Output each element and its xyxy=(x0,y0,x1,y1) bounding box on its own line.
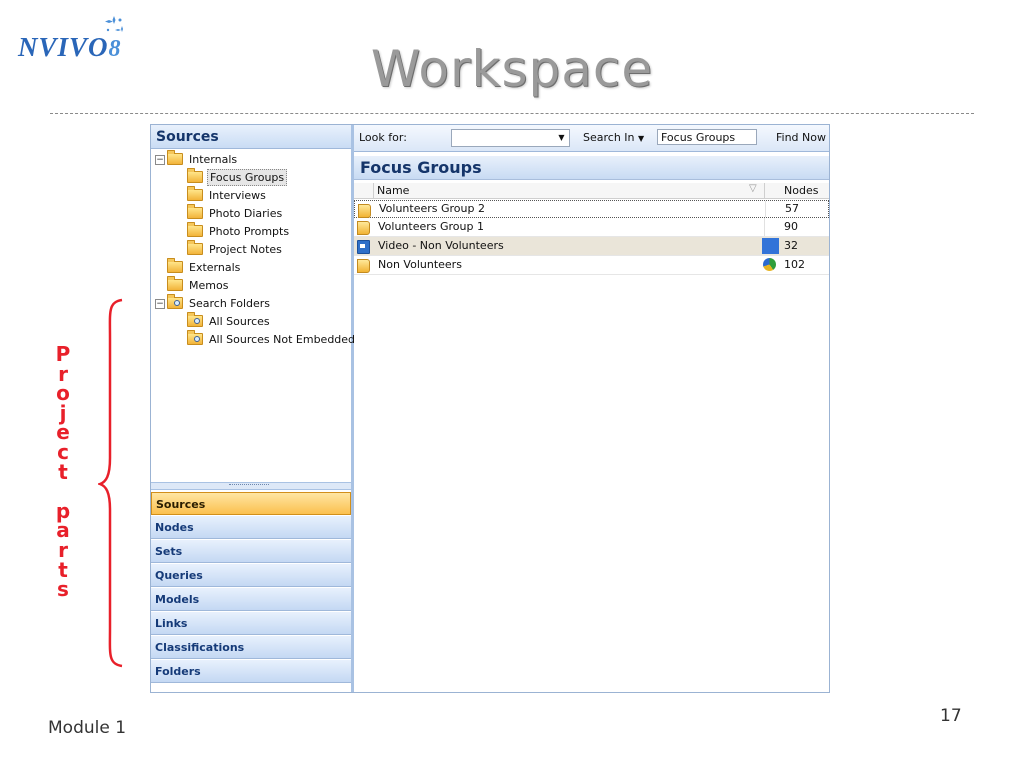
row-nodes: 102 xyxy=(784,258,805,271)
column-divider xyxy=(765,201,766,217)
annotation-letter: t xyxy=(58,459,68,484)
folder-icon xyxy=(187,222,203,237)
look-for-input[interactable] xyxy=(451,129,556,147)
table-row[interactable]: Non Volunteers 102 xyxy=(354,256,829,275)
row-nodes: 57 xyxy=(785,202,799,215)
tree-item-all-sources[interactable]: All Sources xyxy=(187,312,272,330)
annotation-letter: s xyxy=(57,577,69,602)
folder-open-icon xyxy=(167,150,183,165)
nav-header: Sources xyxy=(151,125,351,149)
curly-brace-icon xyxy=(98,298,123,668)
search-in-button[interactable]: Search In ▼ xyxy=(583,131,644,144)
list-view-pane: Look for: ▼ Search In ▼ Focus Groups Fin… xyxy=(354,125,829,692)
folder-tree: − Internals Focus Groups Interviews Phot… xyxy=(151,150,355,481)
row-name: Video - Non Volunteers xyxy=(378,239,504,252)
folder-open-icon xyxy=(187,168,203,183)
nav-button-models[interactable]: Models xyxy=(151,588,351,611)
search-folder-icon xyxy=(167,294,183,309)
find-bar: Look for: ▼ Search In ▼ Focus Groups Fin… xyxy=(354,125,829,152)
search-folder-icon xyxy=(187,330,203,345)
column-divider xyxy=(764,183,765,198)
page-number: 17 xyxy=(940,706,962,726)
row-name: Volunteers Group 2 xyxy=(379,202,485,215)
video-icon xyxy=(357,240,370,254)
column-nodes-header[interactable]: Nodes xyxy=(784,184,818,197)
table-row[interactable]: Volunteers Group 2 57 xyxy=(354,200,829,218)
row-name: Non Volunteers xyxy=(378,258,462,271)
pane-splitter[interactable] xyxy=(151,482,351,490)
tree-item-interviews[interactable]: Interviews xyxy=(187,186,268,204)
splitter-grip[interactable] xyxy=(229,484,269,487)
externals-folder-icon xyxy=(167,258,183,273)
tree-item-photo-diaries[interactable]: Photo Diaries xyxy=(187,204,284,222)
tree-item-focus-groups[interactable]: Focus Groups xyxy=(187,168,288,186)
tree-item-memos[interactable]: Memos xyxy=(167,276,230,294)
column-divider xyxy=(764,218,765,236)
table-row[interactable]: Volunteers Group 1 90 xyxy=(354,218,829,237)
column-divider xyxy=(373,183,374,198)
footer-module: Module 1 xyxy=(48,718,127,738)
navigation-buttons: Sources Nodes Sets Queries Models Links … xyxy=(151,492,351,684)
row-nodes: 32 xyxy=(784,239,798,252)
nav-button-links[interactable]: Links xyxy=(151,612,351,635)
tree-item-externals[interactable]: Externals xyxy=(167,258,242,276)
nav-button-nodes[interactable]: Nodes xyxy=(151,516,351,539)
memos-folder-icon xyxy=(167,276,183,291)
list-title: Focus Groups xyxy=(354,156,829,180)
tree-item-internals[interactable]: Internals xyxy=(167,150,239,168)
tree-item-photo-prompts[interactable]: Photo Prompts xyxy=(187,222,291,240)
document-icon xyxy=(357,259,370,273)
classification-icon xyxy=(763,258,776,271)
folder-icon xyxy=(187,204,203,219)
document-icon xyxy=(357,221,370,235)
look-for-dropdown-button[interactable]: ▼ xyxy=(554,129,570,147)
table-row[interactable]: Video - Non Volunteers 32 xyxy=(354,237,829,256)
nav-button-classifications[interactable]: Classifications xyxy=(151,636,351,659)
find-now-button[interactable]: Find Now xyxy=(776,131,826,144)
chevron-down-icon: ▼ xyxy=(638,134,645,143)
folder-icon xyxy=(187,240,203,255)
chevron-down-icon: ▼ xyxy=(558,133,565,142)
tree-item-all-sources-not-embedded[interactable]: All Sources Not Embedded xyxy=(187,330,357,348)
slide-title: Workspace xyxy=(370,40,654,98)
filter-icon[interactable]: ▽ xyxy=(749,183,757,194)
row-name: Volunteers Group 1 xyxy=(378,220,484,233)
nav-button-sources[interactable]: Sources xyxy=(151,492,351,515)
tree-item-search-folders[interactable]: Search Folders xyxy=(167,294,272,312)
source-list: Volunteers Group 2 57 Volunteers Group 1… xyxy=(354,200,829,275)
title-divider xyxy=(50,113,974,114)
column-header: Name ▽ Nodes xyxy=(354,183,829,199)
column-name-header[interactable]: Name xyxy=(377,184,409,197)
document-icon xyxy=(358,204,371,218)
nav-button-queries[interactable]: Queries xyxy=(151,564,351,587)
nav-button-folders[interactable]: Folders xyxy=(151,660,351,683)
look-for-label: Look for: xyxy=(359,131,407,144)
collapse-search-folders-button[interactable]: − xyxy=(155,299,165,309)
color-marker xyxy=(762,238,779,254)
folder-icon xyxy=(187,186,203,201)
search-folder-icon xyxy=(187,312,203,327)
row-nodes: 90 xyxy=(784,220,798,233)
navigation-pane: Sources − Internals Focus Groups Intervi… xyxy=(151,125,355,692)
search-in-field[interactable]: Focus Groups xyxy=(657,129,757,145)
nav-button-sets[interactable]: Sets xyxy=(151,540,351,563)
collapse-internals-button[interactable]: − xyxy=(155,155,165,165)
tree-item-project-notes[interactable]: Project Notes xyxy=(187,240,284,258)
project-parts-label: P r o j e c t p a r t s xyxy=(52,344,74,602)
nvivo-window: Sources − Internals Focus Groups Intervi… xyxy=(150,124,830,693)
